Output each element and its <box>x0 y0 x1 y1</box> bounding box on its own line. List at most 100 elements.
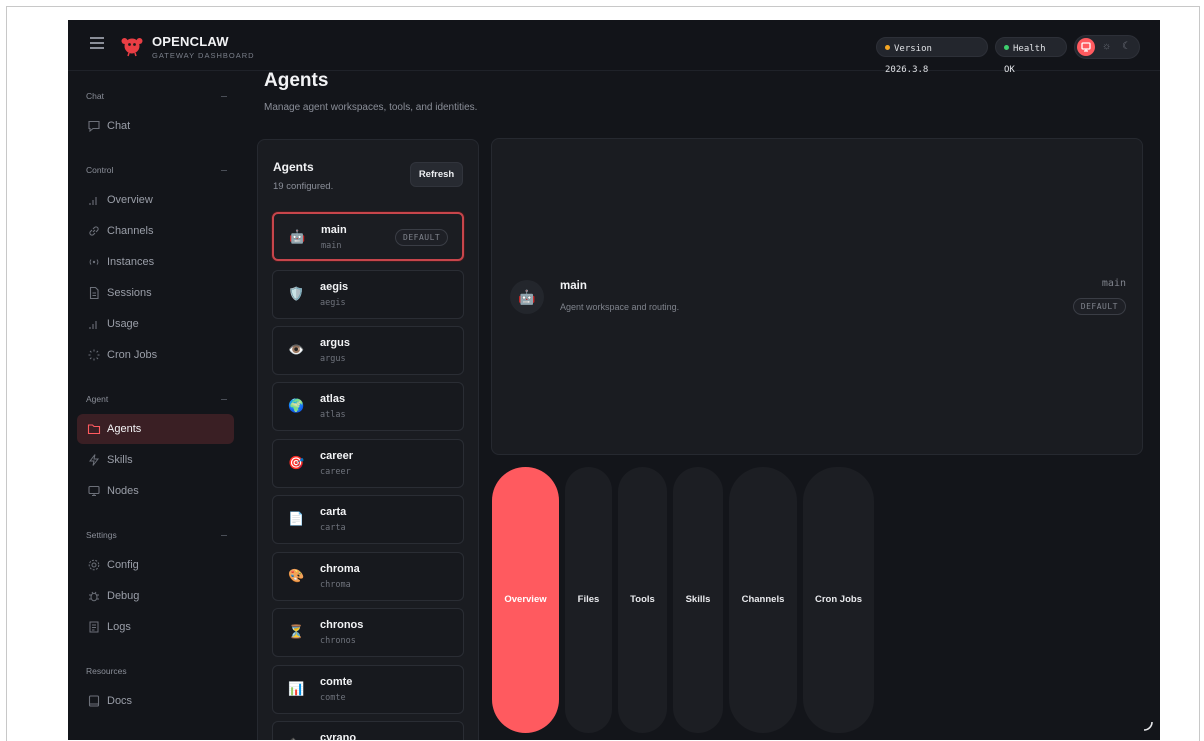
bar-chart-icon: 📊 <box>288 681 305 696</box>
globe-icon: 🌍 <box>288 398 305 413</box>
moon-icon[interactable]: ☾ <box>1122 41 1131 53</box>
sidebar-item-agents[interactable]: Agents <box>77 414 234 444</box>
sidebar-item-usage[interactable]: Usage <box>77 309 234 339</box>
agents-list-panel: Agents 19 configured. Refresh 🤖 main mai… <box>257 139 479 740</box>
agent-avatar: 🤖 <box>510 280 544 314</box>
section-collapse-icon[interactable] <box>221 170 227 171</box>
logs-icon <box>89 621 99 633</box>
sidebar-item-debug[interactable]: Debug <box>77 581 234 611</box>
agent-name: chroma <box>320 563 360 575</box>
tab-channels[interactable]: Channels <box>729 467 797 733</box>
brand-subtitle: GATEWAY DASHBOARD <box>152 51 255 60</box>
health-pill: Health OK <box>995 37 1067 75</box>
sidebar-item-config[interactable]: Config <box>77 550 234 580</box>
folder-icon <box>87 424 101 435</box>
brand-title: OPENCLAW <box>152 34 229 49</box>
sidebar-item-label: Overview <box>107 194 153 206</box>
agent-row-carta[interactable]: 📄 carta carta <box>272 495 464 544</box>
tab-cron-jobs[interactable]: Cron Jobs <box>803 467 874 733</box>
sidebar-item-channels[interactable]: Channels <box>77 216 234 246</box>
sidebar-section-resources[interactable]: Resources <box>86 666 127 676</box>
version-label: Version 2026.3.8 <box>885 44 932 75</box>
default-badge: DEFAULT <box>1072 298 1126 315</box>
sidebar-item-label: Docs <box>107 695 133 707</box>
sidebar-item-skills[interactable]: Skills <box>77 445 234 475</box>
agent-row-aegis[interactable]: 🛡️ aegis aegis <box>272 270 464 319</box>
agent-name: carta <box>320 506 347 518</box>
agent-id: carta <box>320 523 346 533</box>
default-badge: DEFAULT <box>395 229 449 246</box>
agent-id: chronos <box>320 636 356 646</box>
book-icon <box>88 695 100 707</box>
sidebar-item-sessions[interactable]: Sessions <box>77 278 234 308</box>
agent-id: atlas <box>320 410 346 420</box>
section-collapse-icon[interactable] <box>221 535 227 536</box>
agent-detail-card: 🤖 main Agent workspace and routing. main… <box>491 138 1143 455</box>
agent-row-argus[interactable]: 👁️ argus argus <box>272 326 464 375</box>
tab-overview[interactable]: Overview <box>492 467 559 733</box>
version-status-dot <box>885 45 890 50</box>
agent-row-chroma[interactable]: 🎨 chroma chroma <box>272 552 464 601</box>
target-icon: 🎯 <box>288 455 305 470</box>
agent-id: argus <box>320 354 346 364</box>
health-status-dot <box>1004 45 1009 50</box>
section-collapse-icon[interactable] <box>221 399 227 400</box>
hourglass-icon: ⏳ <box>288 624 305 639</box>
sidebar-item-chat[interactable]: Chat <box>77 111 234 141</box>
sidebar-item-overview[interactable]: Overview <box>77 185 234 215</box>
sidebar-section-chat[interactable]: Chat <box>86 91 104 101</box>
agent-row-cyrano[interactable]: ✒️ cyrano cyrano <box>272 721 464 740</box>
theme-system-button[interactable] <box>1077 38 1095 56</box>
sidebar: Chat Chat Control Overview Channels Inst… <box>68 71 244 740</box>
hamburger-menu-icon[interactable] <box>90 37 104 51</box>
health-label: Health OK <box>1004 44 1046 75</box>
refresh-button[interactable]: Refresh <box>410 162 463 187</box>
page-icon: 📄 <box>288 511 305 526</box>
tab-tools[interactable]: Tools <box>618 467 667 733</box>
monitor-icon <box>1081 42 1091 52</box>
sidebar-item-nodes[interactable]: Nodes <box>77 476 234 506</box>
agent-name: comte <box>320 676 353 688</box>
detail-agent-id: main <box>1101 278 1126 289</box>
eye-icon: 👁️ <box>288 342 305 357</box>
palette-icon: 🎨 <box>288 568 305 583</box>
tab-skills[interactable]: Skills <box>673 467 723 733</box>
sidebar-item-label: Cron Jobs <box>107 349 158 361</box>
lightning-icon <box>88 454 100 466</box>
agents-panel-title: Agents <box>273 160 314 174</box>
sidebar-item-label: Debug <box>107 590 140 602</box>
sidebar-item-logs[interactable]: Logs <box>77 612 234 642</box>
agent-row-atlas[interactable]: 🌍 atlas atlas <box>272 382 464 431</box>
agent-row-main[interactable]: 🤖 main main DEFAULT <box>272 212 464 261</box>
detail-agent-name: main <box>560 280 587 292</box>
loader-icon <box>88 349 100 361</box>
chat-bubble-icon <box>88 120 100 133</box>
agent-name: chronos <box>320 619 364 631</box>
sidebar-item-label: Sessions <box>107 287 152 299</box>
agent-row-comte[interactable]: 📊 comte comte <box>272 665 464 714</box>
section-collapse-icon[interactable] <box>221 96 227 97</box>
bug-icon <box>89 591 99 602</box>
resize-handle-icon[interactable] <box>1142 720 1154 732</box>
sun-icon[interactable]: ☼ <box>1102 41 1111 53</box>
tab-files[interactable]: Files <box>565 467 612 733</box>
agent-name: cyrano <box>320 732 357 740</box>
agent-row-chronos[interactable]: ⏳ chronos chronos <box>272 608 464 657</box>
sidebar-item-label: Agents <box>107 423 142 435</box>
sidebar-item-label: Chat <box>107 120 131 132</box>
lobster-logo-icon <box>121 38 143 57</box>
agent-row-career[interactable]: 🎯 career career <box>272 439 464 488</box>
agent-name: aegis <box>320 281 349 293</box>
robot-icon: 🤖 <box>289 229 306 244</box>
sidebar-item-cron-jobs[interactable]: Cron Jobs <box>77 340 234 370</box>
sidebar-item-docs[interactable]: Docs <box>77 686 234 716</box>
broadcast-icon <box>89 259 99 265</box>
sidebar-section-control[interactable]: Control <box>86 165 113 175</box>
detail-agent-description: Agent workspace and routing. <box>560 302 680 312</box>
agent-id: aegis <box>320 298 346 308</box>
theme-switcher: ☼ ☾ <box>1074 35 1140 59</box>
shield-icon: 🛡️ <box>288 286 305 301</box>
sidebar-section-settings[interactable]: Settings <box>86 530 117 540</box>
sidebar-section-agent[interactable]: Agent <box>86 394 108 404</box>
sidebar-item-instances[interactable]: Instances <box>77 247 234 277</box>
